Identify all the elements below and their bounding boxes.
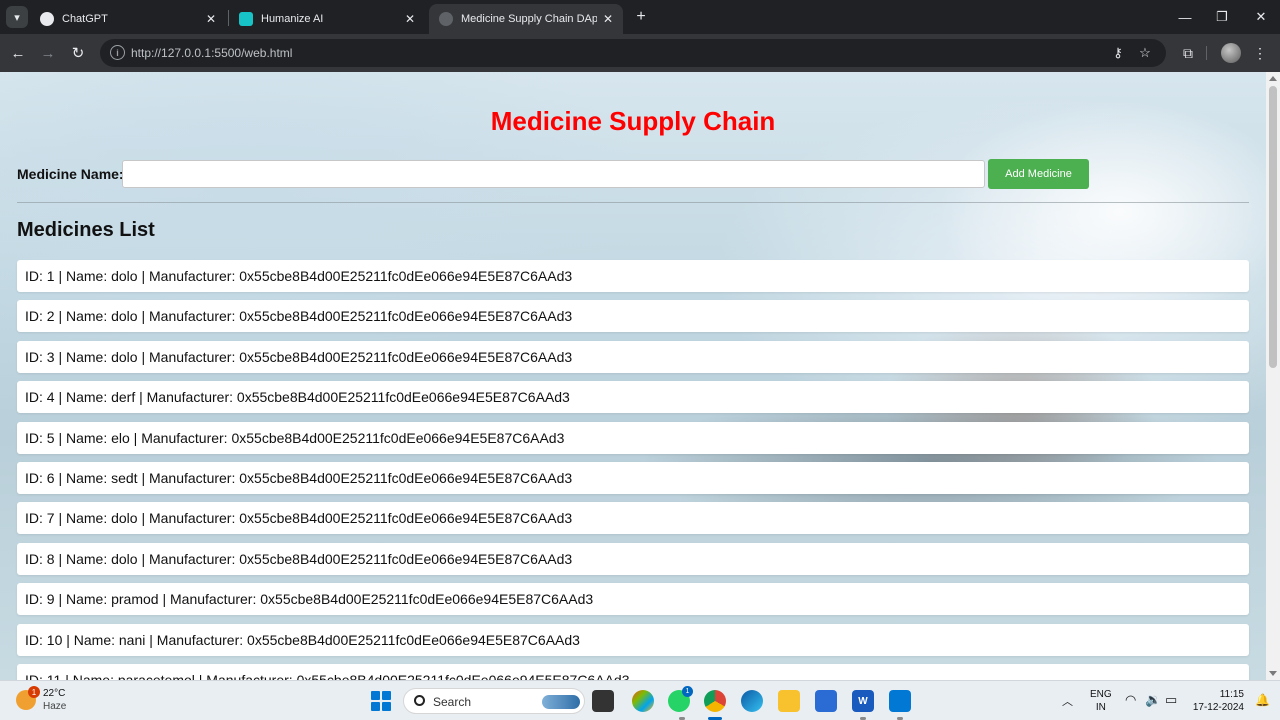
- windows-start-icon[interactable]: [371, 691, 391, 711]
- medicine-name-label: Medicine Name:: [17, 166, 124, 182]
- address-bar[interactable]: i http://127.0.0.1:5500/web.html ⚷ ☆: [100, 39, 1166, 67]
- whatsapp-badge: 1: [682, 686, 693, 697]
- weather-condition[interactable]: Haze: [43, 701, 66, 712]
- time: 11:15: [1219, 689, 1244, 700]
- list-item: ID: 7 | Name: dolo | Manufacturer: 0x55c…: [17, 502, 1249, 535]
- tab-search-chevron-icon[interactable]: ▾: [6, 6, 28, 28]
- medicines-list-title: Medicines List: [17, 219, 155, 241]
- new-tab-plus-icon[interactable]: +: [631, 7, 651, 27]
- list-item: ID: 5 | Name: elo | Manufacturer: 0x55cb…: [17, 421, 1249, 454]
- globe-icon: [439, 12, 453, 26]
- language-code: ENG: [1090, 689, 1112, 700]
- openai-icon: [40, 12, 54, 26]
- list-item: ID: 8 | Name: dolo | Manufacturer: 0x55c…: [17, 542, 1249, 575]
- profile-avatar[interactable]: [1221, 43, 1241, 63]
- search-icon: [414, 695, 425, 706]
- page-scrollbar[interactable]: [1266, 72, 1280, 680]
- extensions-puzzle-icon[interactable]: ⧉: [1178, 43, 1198, 63]
- toolbar-divider: [1206, 46, 1207, 60]
- task-view-icon[interactable]: [592, 690, 614, 712]
- tab-label: Medicine Supply Chain DApp: [461, 13, 597, 25]
- password-key-icon[interactable]: ⚷: [1109, 44, 1127, 62]
- list-item: ID: 10 | Name: nani | Manufacturer: 0x55…: [17, 623, 1249, 656]
- close-icon[interactable]: ✕: [206, 12, 216, 26]
- clock[interactable]: 11:15 17-12-2024: [1190, 688, 1244, 714]
- browser-toolbar: ← → ↻ i http://127.0.0.1:5500/web.html ⚷…: [0, 34, 1280, 72]
- list-item: ID: 9 | Name: pramod | Manufacturer: 0x5…: [17, 583, 1249, 616]
- add-medicine-button[interactable]: Add Medicine: [988, 159, 1089, 189]
- site-info-icon[interactable]: i: [110, 45, 125, 60]
- bookmark-star-icon[interactable]: ☆: [1136, 44, 1154, 62]
- list-item: ID: 1 | Name: dolo | Manufacturer: 0x55c…: [17, 260, 1249, 292]
- kebab-menu-icon[interactable]: ⋮: [1250, 43, 1270, 63]
- date: 17-12-2024: [1192, 702, 1244, 713]
- tab-chatgpt[interactable]: ChatGPT ✕: [30, 4, 226, 34]
- tab-label: ChatGPT: [62, 13, 108, 25]
- vscode-icon[interactable]: [889, 690, 911, 712]
- page-title: Medicine Supply Chain: [490, 106, 776, 136]
- list-item: ID: 6 | Name: sedt | Manufacturer: 0x55c…: [17, 461, 1249, 494]
- page-viewport: Medicine Supply Chain Medicine Name: Add…: [0, 72, 1280, 680]
- humanize-icon: [239, 12, 253, 26]
- medicine-name-input[interactable]: [122, 160, 985, 188]
- tab-strip: ▾ ChatGPT ✕ Humanize AI ✕ Medicine Suppl…: [0, 0, 1280, 34]
- weather-badge: 1: [28, 686, 40, 698]
- close-icon[interactable]: ✕: [603, 12, 613, 26]
- taskbar: 1 22°C Haze Search 1 W ︿ ENG IN ◠ 🔉 ▭ 11…: [0, 680, 1280, 720]
- copilot-icon[interactable]: [632, 690, 654, 712]
- region-code: IN: [1095, 702, 1106, 713]
- word-icon[interactable]: W: [852, 690, 874, 712]
- scroll-down-arrow-icon[interactable]: [1269, 671, 1277, 676]
- restore-icon[interactable]: ❐: [1203, 0, 1241, 34]
- weather-temperature[interactable]: 22°C: [43, 688, 65, 699]
- scroll-thumb[interactable]: [1269, 86, 1277, 368]
- taskbar-search[interactable]: Search: [403, 688, 585, 714]
- close-icon[interactable]: ✕: [405, 12, 415, 26]
- forward-arrow-icon[interactable]: →: [38, 43, 58, 63]
- file-explorer-icon[interactable]: [778, 690, 800, 712]
- volume-icon[interactable]: 🔉: [1145, 692, 1161, 708]
- wifi-icon[interactable]: ◠: [1125, 692, 1136, 708]
- search-highlight-icon: [542, 695, 580, 709]
- medicines-list: ID: 1 | Name: dolo | Manufacturer: 0x55c…: [17, 260, 1249, 680]
- chrome-icon[interactable]: [704, 690, 726, 712]
- reload-icon[interactable]: ↻: [68, 43, 88, 63]
- divider: [17, 202, 1249, 203]
- minimize-icon[interactable]: —: [1166, 0, 1204, 34]
- search-placeholder: Search: [433, 695, 472, 709]
- list-item: ID: 11 | Name: paracetemol | Manufacture…: [17, 663, 1249, 680]
- url-text[interactable]: http://127.0.0.1:5500/web.html: [131, 46, 292, 60]
- window-close-icon[interactable]: ✕: [1242, 0, 1280, 34]
- microsoft-store-icon[interactable]: [815, 690, 837, 712]
- tab-humanize-ai[interactable]: Humanize AI ✕: [229, 4, 425, 34]
- back-arrow-icon[interactable]: ←: [8, 43, 28, 63]
- tray-chevron-up-icon[interactable]: ︿: [1062, 693, 1073, 709]
- notification-bell-icon[interactable]: 🔔: [1255, 693, 1270, 707]
- edge-icon[interactable]: [741, 690, 763, 712]
- list-item: ID: 2 | Name: dolo | Manufacturer: 0x55c…: [17, 300, 1249, 333]
- battery-icon[interactable]: ▭: [1165, 692, 1177, 708]
- list-item: ID: 4 | Name: derf | Manufacturer: 0x55c…: [17, 381, 1249, 414]
- language-indicator[interactable]: ENG IN: [1090, 688, 1112, 714]
- scroll-up-arrow-icon[interactable]: [1269, 76, 1277, 81]
- tab-medicine-supply-chain[interactable]: Medicine Supply Chain DApp ✕: [429, 4, 623, 34]
- list-item: ID: 3 | Name: dolo | Manufacturer: 0x55c…: [17, 340, 1249, 373]
- tab-label: Humanize AI: [261, 13, 324, 25]
